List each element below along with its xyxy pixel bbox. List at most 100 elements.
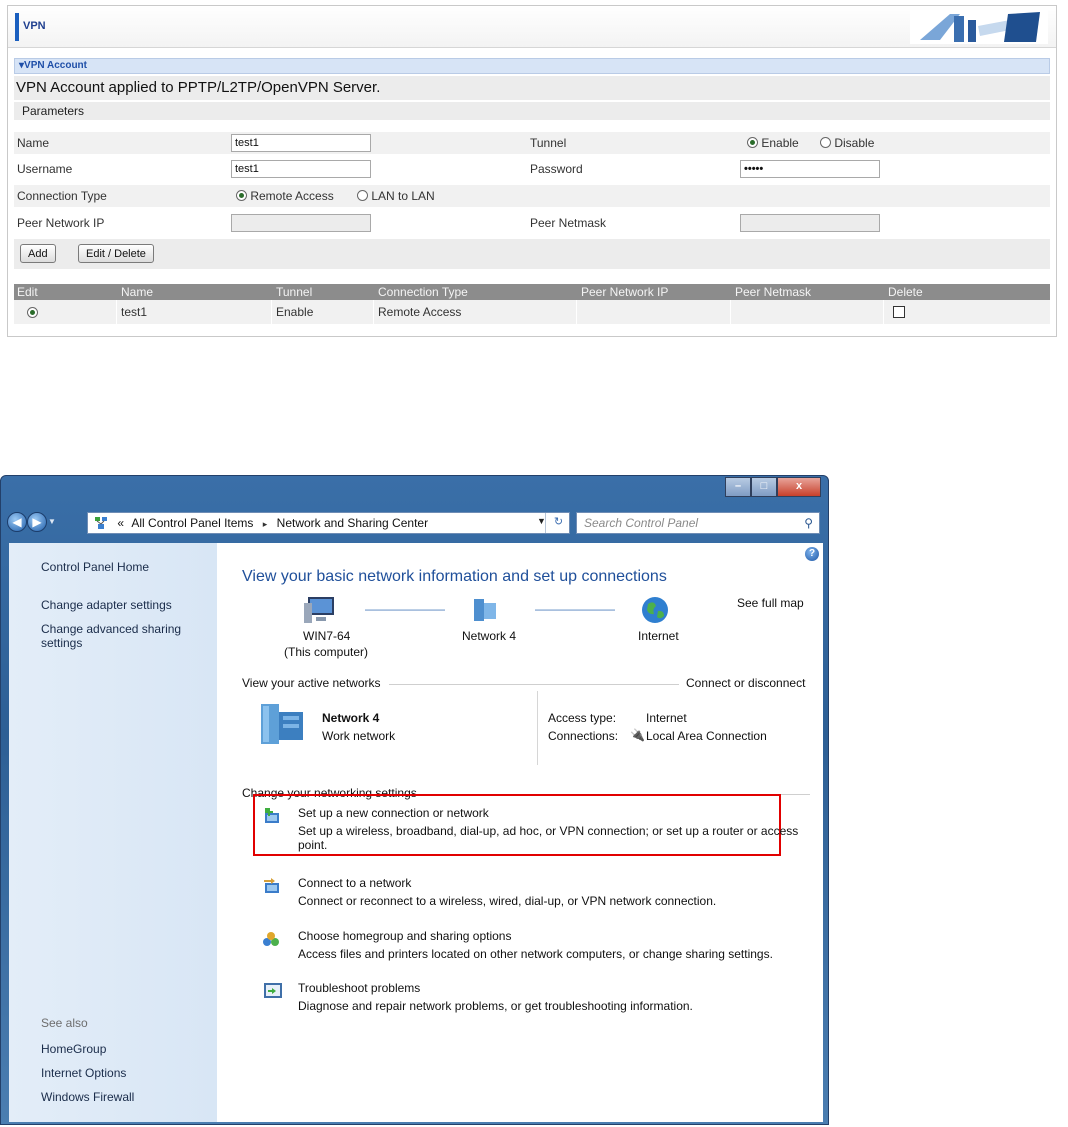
internet-node-label: Internet [638,629,679,643]
troubleshoot-icon [264,983,282,998]
tunnel-enable-option[interactable]: Enable [747,136,799,150]
search-placeholder: Search Control Panel [584,516,699,530]
address-bar[interactable]: « All Control Panel Items ▸ Network and … [87,512,570,534]
table-row: test1 Enable Remote Access [14,300,1050,324]
task-connect-network-link[interactable]: Connect to a network [298,876,411,890]
connections-label: Connections: [548,729,619,743]
minimize-button[interactable]: – [725,477,751,497]
peer-network-ip-input[interactable] [231,214,371,232]
computer-name: WIN7-64 [303,629,351,643]
sidebar: Control Panel Home Change adapter settin… [9,543,217,1122]
task-setup-connection-link[interactable]: Set up a new connection or network [298,806,489,820]
divider [389,684,679,685]
network-icon [474,599,496,621]
network-node-label: Network 4 [462,629,517,643]
task-connect-network-desc: Connect or reconnect to a wireless, wire… [298,894,717,908]
remote-access-label: Remote Access [250,189,334,203]
breadcrumb-prefix: « [117,516,125,530]
vpn-header: VPN [8,6,1056,48]
sidebar-item-adapter-settings[interactable]: Change adapter settings [41,598,172,612]
tunnel-enable-radio[interactable] [747,137,758,148]
add-button[interactable]: Add [20,244,56,263]
internet-globe-icon [642,597,668,623]
network-type-link[interactable]: Work network [322,729,395,743]
computer-subtitle: (This computer) [284,645,369,659]
computer-icon [304,597,334,623]
lan-to-lan-radio[interactable] [357,190,368,201]
task-troubleshoot-link[interactable]: Troubleshoot problems [298,981,420,995]
recent-pages-dropdown-icon[interactable]: ▼ [48,517,56,526]
local-area-connection-link[interactable]: Local Area Connection [646,729,767,743]
task-homegroup-desc: Access files and printers located on oth… [298,947,773,961]
col-peer-netmask: Peer Netmask [735,285,812,299]
connection-line [365,609,445,611]
connect-network-icon [264,878,279,893]
password-label: Password [530,162,583,176]
tunnel-disable-option[interactable]: Disable [820,136,874,150]
col-tunnel: Tunnel [276,285,313,299]
peer-netmask-input[interactable] [740,214,880,232]
col-peer-network-ip: Peer Network IP [581,285,669,299]
header-accent-bar [15,13,19,41]
main-content: ? View your basic network information an… [217,543,823,1122]
peer-network-row: Peer Network IP Peer Netmask [14,212,1050,234]
peer-network-ip-label: Peer Network IP [17,216,105,230]
sidebar-item-control-panel-home[interactable]: Control Panel Home [41,560,149,574]
row-delete-checkbox[interactable] [893,306,905,318]
vpn-panel: VPN ▾VPN Account VPN Account applied to … [7,5,1057,337]
sidebar-item-advanced-sharing[interactable]: Change advanced sharing settings [41,622,201,650]
network-buildings-icon [261,704,303,744]
help-icon[interactable]: ? [805,547,819,561]
refresh-icon[interactable]: ↻ [545,513,571,533]
see-full-map-link[interactable]: See full map [737,596,804,610]
breadcrumb-network-sharing-center[interactable]: Network and Sharing Center [277,516,428,530]
breadcrumb-separator-icon[interactable]: ▸ [263,519,268,529]
tunnel-enable-label: Enable [761,136,799,150]
task-homegroup-link[interactable]: Choose homegroup and sharing options [298,929,511,943]
col-delete: Delete [888,285,923,299]
username-input[interactable]: test1 [231,160,371,178]
name-row: Name test1 Tunnel Enable Disable [14,132,1050,154]
homegroup-icon [263,932,279,946]
page-title: View your basic network information and … [242,568,667,585]
lan-to-lan-option[interactable]: LAN to LAN [357,189,435,203]
connection-line [535,609,615,611]
network-center-icon [95,517,107,529]
col-name: Name [121,285,154,299]
col-connection-type: Connection Type [378,285,468,299]
edit-delete-button[interactable]: Edit / Delete [78,244,154,263]
remote-access-radio[interactable] [236,190,247,201]
username-label: Username [17,162,73,176]
name-label: Name [17,136,50,150]
task-setup-connection-desc: Set up a wireless, broadband, dial-up, a… [298,824,799,852]
connect-disconnect-link[interactable]: Connect or disconnect [686,676,805,690]
row-tunnel: Enable [276,305,314,319]
sidebar-item-homegroup[interactable]: HomeGroup [41,1042,106,1056]
vpn-account-section-header[interactable]: ▾VPN Account [14,58,1050,74]
button-row: Add Edit / Delete [14,239,1050,269]
row-name: test1 [121,305,148,319]
back-arrow-icon[interactable]: ◀ [7,512,27,532]
maximize-button[interactable]: □ [751,477,777,497]
tunnel-disable-radio[interactable] [820,137,831,148]
router-logo-icon [910,10,1048,44]
remote-access-option[interactable]: Remote Access [236,189,334,203]
password-input[interactable]: ••••• [740,160,880,178]
sidebar-item-internet-options[interactable]: Internet Options [41,1066,126,1080]
search-input[interactable]: Search Control Panel ⚲ [576,512,820,534]
new-connection-icon [265,808,279,823]
active-networks-heading: View your active networks [242,676,381,690]
task-troubleshoot-desc: Diagnose and repair network problems, or… [298,999,693,1013]
search-icon[interactable]: ⚲ [804,516,813,530]
close-button[interactable]: x [777,477,821,497]
network-sharing-center-window: – □ x ◀ ▶ ▼ « All Control Panel Items ▸ … [0,475,829,1125]
lan-to-lan-label: LAN to LAN [371,189,435,203]
forward-arrow-icon[interactable]: ▶ [27,512,47,532]
sidebar-item-windows-firewall[interactable]: Windows Firewall [41,1090,134,1104]
vertical-divider [537,691,538,765]
see-also-label: See also [41,1016,88,1030]
tunnel-label: Tunnel [530,136,567,150]
name-input[interactable]: test1 [231,134,371,152]
breadcrumb-all-control-panel-items[interactable]: All Control Panel Items [131,516,253,530]
row-edit-radio[interactable] [27,307,38,318]
